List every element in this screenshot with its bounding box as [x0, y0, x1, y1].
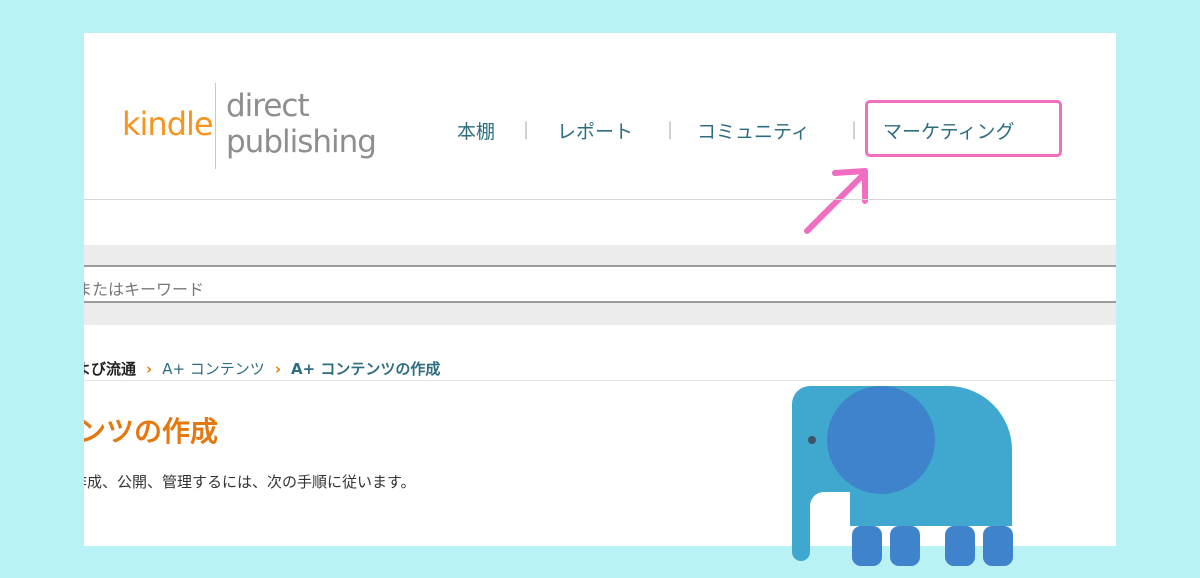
- breadcrumb-item-aplus[interactable]: A+ コンテンツ: [162, 360, 265, 378]
- pointer-arrow-icon: [804, 168, 868, 234]
- breadcrumb-item-aplus-create: A+ コンテンツの作成: [291, 360, 441, 378]
- header-divider: [84, 199, 1116, 200]
- nav-separator: |: [667, 119, 674, 140]
- nav-bookshelf[interactable]: 本棚: [457, 117, 495, 144]
- breadcrumb-separator: ›: [274, 360, 281, 378]
- breadcrumb-divider: [84, 380, 1116, 381]
- nav-separator: |: [523, 119, 530, 140]
- breadcrumb: よび流通 › A+ コンテンツ › A+ コンテンツの作成: [84, 358, 440, 379]
- breadcrumb-item-publishing[interactable]: よび流通: [84, 360, 136, 378]
- logo-publishing-text: publishing: [226, 124, 377, 160]
- breadcrumb-separator: ›: [146, 360, 153, 378]
- marketing-highlight-box: [865, 100, 1062, 157]
- logo-divider: [215, 83, 216, 169]
- nav-community[interactable]: コミュニティ: [697, 117, 810, 144]
- nav-separator: |: [851, 119, 858, 140]
- search-input[interactable]: またはキーワード: [84, 265, 1116, 303]
- page-description: 作成、公開、管理するには、次の手順に従います。: [84, 473, 416, 491]
- logo-direct-text: direct: [226, 88, 310, 124]
- page-title: ンツの作成: [84, 415, 219, 448]
- logo-kindle-text: kindle: [122, 105, 214, 143]
- nav-reports[interactable]: レポート: [557, 117, 633, 144]
- search-placeholder: またはキーワード: [84, 280, 205, 299]
- elephant-icon: [792, 386, 1013, 566]
